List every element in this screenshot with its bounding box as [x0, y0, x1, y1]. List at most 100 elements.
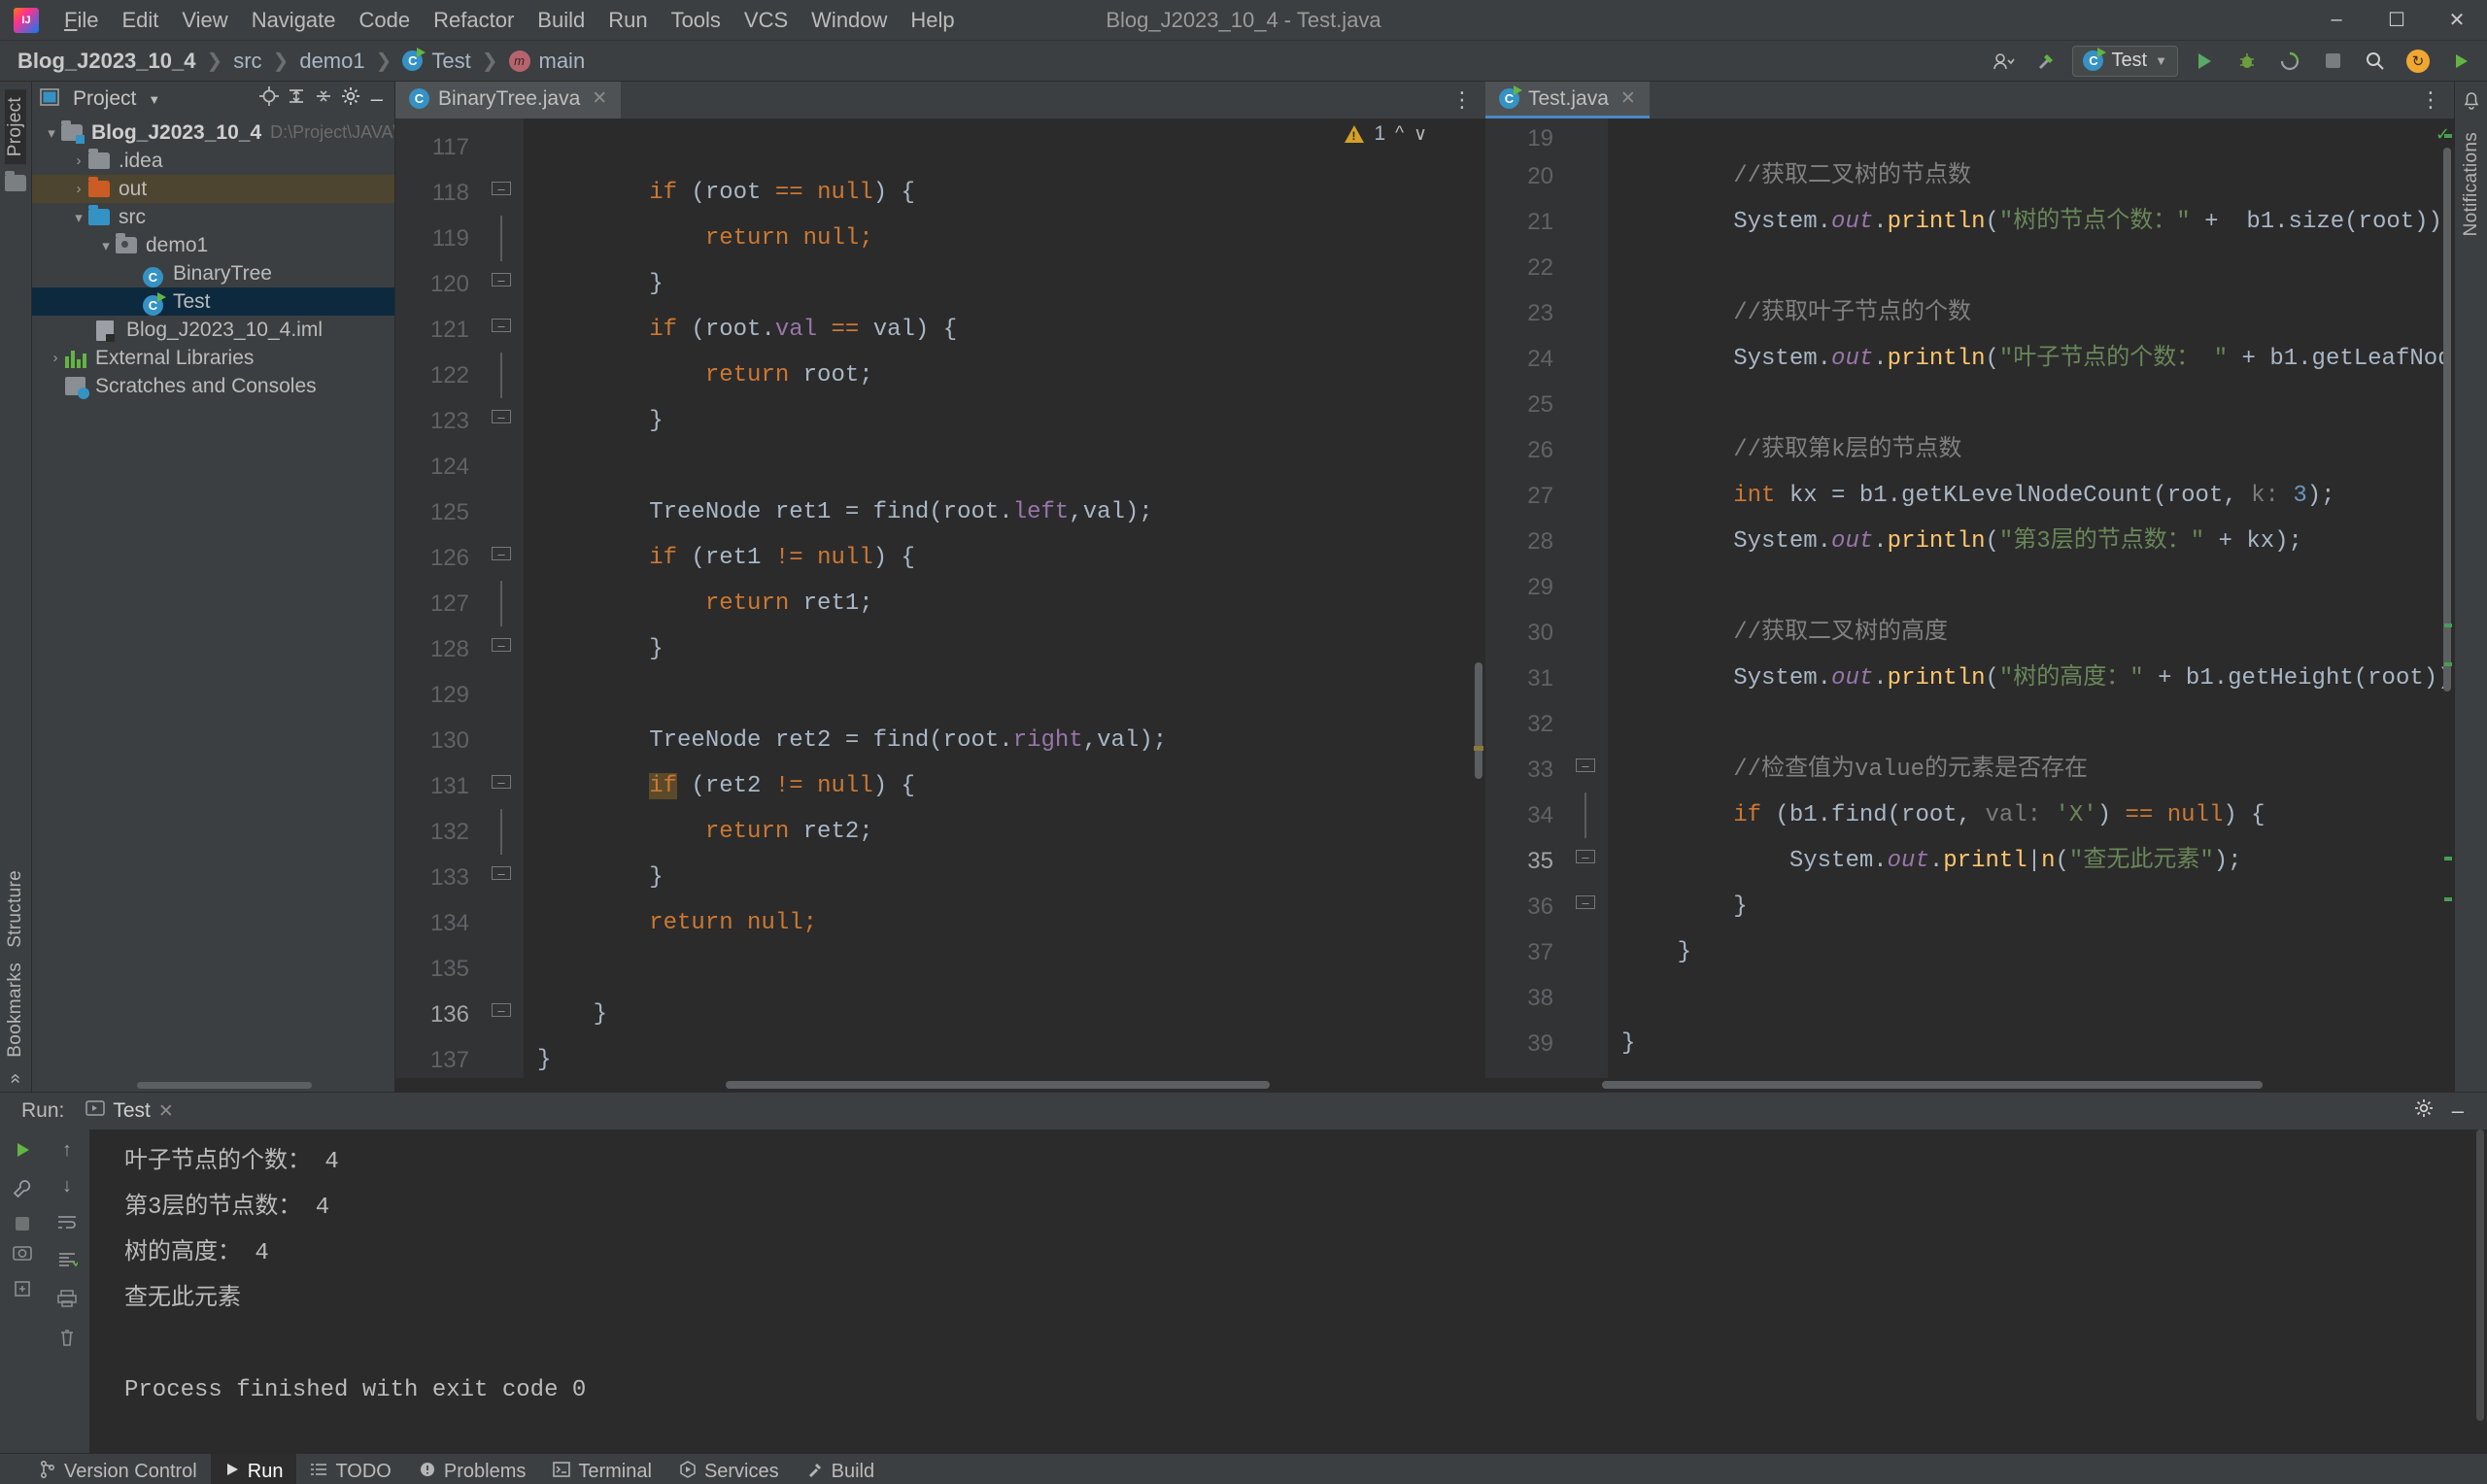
- menu-item-view[interactable]: View: [170, 4, 239, 37]
- tree-item-out[interactable]: › out: [32, 175, 394, 203]
- tree-item-external-libraries[interactable]: › External Libraries: [32, 344, 394, 372]
- chevron-down-icon[interactable]: ▾: [69, 209, 88, 226]
- bottom-button-services[interactable]: Services: [665, 1454, 793, 1484]
- menu-item-navigate[interactable]: Navigate: [240, 4, 348, 37]
- run-tab-test[interactable]: Test ✕: [78, 1097, 181, 1125]
- close-button[interactable]: ✕: [2427, 0, 2487, 41]
- fold-end-icon[interactable]: –: [492, 410, 511, 423]
- scrollbar-thumb[interactable]: [1475, 662, 1482, 779]
- trash-icon[interactable]: [57, 1328, 77, 1353]
- menu-item-edit[interactable]: Edit: [110, 4, 170, 37]
- tree-item-iml[interactable]: Blog_J2023_10_4.iml: [32, 316, 394, 344]
- run-button[interactable]: [2188, 46, 2221, 77]
- fold-collapse-icon[interactable]: –: [492, 775, 511, 789]
- tool-window-button-notifications[interactable]: Notifications: [2461, 124, 2482, 244]
- chevron-down-icon[interactable]: ▾: [42, 124, 61, 142]
- notifications-bell-icon[interactable]: [2462, 91, 2481, 117]
- maximize-button[interactable]: ☐: [2367, 0, 2427, 41]
- debug-button[interactable]: [2231, 46, 2264, 77]
- update-icon[interactable]: ↻: [2402, 46, 2435, 77]
- scrollbar-thumb[interactable]: [137, 1082, 312, 1089]
- fold-end-icon[interactable]: –: [1576, 850, 1595, 863]
- gear-icon[interactable]: [2413, 1097, 2435, 1125]
- warning-marker[interactable]: [1474, 746, 1483, 751]
- tab-test-java[interactable]: C Test.java ✕: [1485, 82, 1650, 118]
- breadcrumb-item-project[interactable]: Blog_J2023_10_4: [14, 47, 199, 76]
- editor-horizontal-scrollbar-left[interactable]: [395, 1078, 1485, 1092]
- stop-button[interactable]: [2316, 46, 2349, 77]
- scrollbar-thumb[interactable]: [1602, 1081, 2263, 1089]
- editor-vertical-scrollbar-left[interactable]: [1472, 118, 1485, 1078]
- project-tree[interactable]: ▾ Blog_J2023_10_4 D:\Project\JAVA\ › .id…: [32, 117, 394, 1079]
- code-editor-left[interactable]: 1 ^ ∨ 117 118 119 120 121 122 123 124 12…: [395, 118, 1485, 1078]
- minimize-icon[interactable]: –: [2452, 1098, 2464, 1124]
- bottom-button-build[interactable]: Build: [793, 1454, 888, 1484]
- project-horizontal-scrollbar[interactable]: [32, 1079, 394, 1092]
- bottom-button-terminal[interactable]: Terminal: [539, 1454, 665, 1484]
- breadcrumb-item-class[interactable]: C Test: [398, 47, 474, 76]
- scrollbar-thumb[interactable]: [726, 1081, 1270, 1089]
- scrollbar-thumb[interactable]: [2476, 1130, 2484, 1421]
- editor-vertical-scrollbar-right[interactable]: ✓: [2436, 118, 2454, 1078]
- expand-all-icon[interactable]: [286, 85, 307, 113]
- menu-item-help[interactable]: Help: [899, 4, 966, 37]
- gear-icon[interactable]: [340, 85, 361, 113]
- tool-window-button-project[interactable]: Project: [5, 89, 26, 165]
- export-icon[interactable]: [13, 1279, 32, 1304]
- play-icon[interactable]: [2444, 46, 2477, 77]
- chevron-up-icon[interactable]: ^: [1395, 123, 1404, 145]
- chevron-down-icon[interactable]: ▼: [148, 92, 160, 107]
- menu-item-code[interactable]: Code: [348, 4, 423, 37]
- scroll-up-icon[interactable]: ↑: [62, 1139, 72, 1162]
- editor-horizontal-scrollbar-right[interactable]: [1485, 1078, 2454, 1092]
- stop-icon[interactable]: [16, 1217, 29, 1231]
- menu-item-file[interactable]: File: [52, 4, 110, 37]
- fold-end-icon[interactable]: –: [1576, 895, 1595, 909]
- close-icon[interactable]: ✕: [592, 87, 607, 110]
- fold-gutter-left[interactable]: – – – – – – – – –: [481, 118, 524, 1078]
- bottom-button-run[interactable]: Run: [210, 1453, 297, 1484]
- tree-item-test[interactable]: C Test: [32, 287, 394, 316]
- tab-binarytree-java[interactable]: C BinaryTree.java ✕: [395, 82, 622, 118]
- fold-end-icon[interactable]: –: [492, 638, 511, 652]
- camera-icon[interactable]: [12, 1242, 33, 1267]
- breadcrumb-item-method[interactable]: m main: [505, 47, 590, 76]
- tree-item-src[interactable]: ▾ src: [32, 203, 394, 231]
- fold-end-icon[interactable]: –: [492, 1003, 511, 1017]
- account-icon[interactable]: [1987, 46, 2020, 77]
- breadcrumb-item-src[interactable]: src: [229, 47, 265, 76]
- fold-collapse-icon[interactable]: –: [492, 182, 511, 195]
- tree-item-demo1[interactable]: ▾ demo1: [32, 231, 394, 259]
- tool-window-button-structure[interactable]: Structure: [5, 862, 26, 956]
- fold-gutter-right[interactable]: – – –: [1565, 118, 1608, 1078]
- wrench-icon[interactable]: [12, 1178, 33, 1205]
- fold-end-icon[interactable]: –: [492, 866, 511, 880]
- tree-item-scratches[interactable]: Scratches and Consoles: [32, 372, 394, 400]
- rerun-icon[interactable]: [12, 1139, 33, 1166]
- chevron-down-icon[interactable]: ▾: [96, 237, 116, 254]
- code-text-left[interactable]: if (root == null) { return null; } if (r…: [524, 118, 1485, 1078]
- close-icon[interactable]: ✕: [158, 1100, 174, 1123]
- menu-item-tools[interactable]: Tools: [660, 4, 732, 37]
- menu-item-window[interactable]: Window: [800, 4, 899, 37]
- chevron-right-icon[interactable]: ›: [69, 152, 88, 169]
- coverage-button[interactable]: [2273, 46, 2306, 77]
- more-options-icon[interactable]: ⋮: [1440, 82, 1485, 118]
- checkmark-icon[interactable]: ✓: [2436, 124, 2450, 145]
- more-tool-windows-button[interactable]: »: [5, 1065, 26, 1092]
- target-icon[interactable]: [258, 85, 280, 113]
- fold-collapse-icon[interactable]: –: [1576, 759, 1595, 772]
- scroll-down-icon[interactable]: ↓: [62, 1175, 72, 1197]
- scrollbar-thumb[interactable]: [2443, 148, 2451, 691]
- search-icon[interactable]: [2359, 46, 2392, 77]
- tree-item-project-root[interactable]: ▾ Blog_J2023_10_4 D:\Project\JAVA\: [32, 118, 394, 147]
- breadcrumb-item-package[interactable]: demo1: [295, 47, 368, 76]
- bottom-button-version-control[interactable]: Version Control: [25, 1454, 211, 1484]
- code-editor-right[interactable]: 19 20 21 22 23 24 25 26 27 28 29 30 31 3…: [1485, 118, 2454, 1078]
- code-text-right[interactable]: //获取二叉树的节点数 System.out.println("树的节点个数："…: [1608, 118, 2454, 1078]
- print-icon[interactable]: [56, 1289, 78, 1314]
- tree-item-binarytree[interactable]: C BinaryTree: [32, 259, 394, 287]
- minimize-icon[interactable]: –: [367, 86, 387, 112]
- console-vertical-scrollbar[interactable]: [2473, 1130, 2487, 1453]
- fold-collapse-icon[interactable]: –: [492, 319, 511, 332]
